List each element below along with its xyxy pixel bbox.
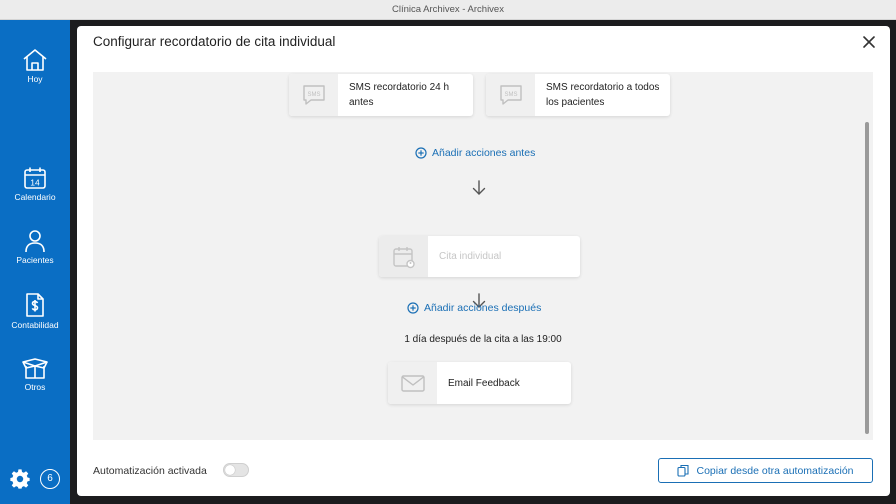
automation-toggle-label: Automatización activada — [93, 465, 207, 477]
svg-text:SMS: SMS — [504, 92, 517, 98]
envelope-icon — [388, 362, 437, 404]
calendar-day-number: 14 — [30, 178, 40, 188]
sidebar-item-label: Calendario — [14, 192, 56, 202]
copy-from-automation-button[interactable]: Copiar desde otra automatización — [658, 458, 873, 483]
sidebar: Hoy 14 Calendario Pacientes Contabilidad… — [0, 20, 70, 504]
plus-circle-icon — [407, 302, 419, 314]
sidebar-item-label: Contabilidad — [11, 320, 59, 330]
sidebar-item-label: Otros — [24, 382, 46, 392]
workflow-canvas: SMS SMS recordatorio 24 h antes SMS SMS … — [93, 72, 873, 440]
action-card-email-feedback[interactable]: Email Feedback — [388, 362, 571, 404]
action-card-label: Email Feedback — [448, 377, 520, 389]
home-icon — [23, 49, 47, 71]
gear-icon[interactable] — [9, 468, 31, 490]
copy-icon — [677, 464, 690, 477]
arrow-down-icon — [472, 180, 486, 195]
svg-text:SMS: SMS — [307, 92, 320, 98]
sidebar-item-contabilidad[interactable]: Contabilidad — [0, 292, 70, 330]
action-card-sms-24h[interactable]: SMS SMS recordatorio 24 h antes — [289, 74, 473, 116]
sms-icon: SMS — [289, 74, 338, 116]
add-actions-after-link[interactable]: Añadir acciones después — [407, 302, 541, 314]
canvas-scrollbar[interactable] — [865, 122, 869, 434]
toggle-knob — [225, 465, 235, 475]
sidebar-item-label: Pacientes — [16, 255, 54, 265]
invoice-dollar-icon — [26, 293, 44, 317]
sms-icon: SMS — [486, 74, 535, 116]
automation-toggle[interactable] — [223, 463, 249, 477]
sidebar-item-pacientes[interactable]: Pacientes — [0, 229, 70, 265]
calendar-icon: 14 — [24, 167, 46, 189]
plus-circle-icon — [415, 147, 427, 159]
sidebar-item-calendario[interactable]: 14 Calendario — [0, 166, 70, 202]
after-timing-text: 1 día después de la cita a las 19:00 — [404, 334, 562, 345]
event-card-label: Cita individual — [439, 251, 502, 262]
dialog-header: Configurar recordatorio de cita individu… — [77, 26, 890, 58]
calendar-person-icon — [379, 236, 428, 277]
dialog-title: Configurar recordatorio de cita individu… — [93, 34, 336, 49]
box-icon — [22, 358, 48, 379]
person-icon — [25, 230, 45, 253]
notification-badge[interactable]: 6 — [40, 469, 60, 489]
window-title: Clínica Archivex - Archivex — [0, 0, 896, 20]
window-bottom-edge — [70, 496, 896, 504]
action-card-label: SMS recordatorio a todos los pacientes — [546, 82, 660, 108]
add-actions-before-link[interactable]: Añadir acciones antes — [415, 147, 535, 159]
add-actions-after-label: Añadir acciones después — [424, 302, 542, 314]
event-card-appointment[interactable]: Cita individual — [379, 236, 580, 277]
action-card-label: SMS recordatorio 24 h antes — [349, 82, 450, 108]
sidebar-item-otros[interactable]: Otros — [0, 356, 70, 392]
sidebar-item-hoy[interactable]: Hoy — [0, 48, 70, 84]
reminder-config-dialog: Configurar recordatorio de cita individu… — [77, 26, 890, 496]
action-card-sms-all-patients[interactable]: SMS SMS recordatorio a todos los pacient… — [486, 74, 670, 116]
add-actions-before-label: Añadir acciones antes — [432, 147, 536, 159]
sidebar-item-label: Hoy — [27, 74, 43, 84]
close-icon[interactable] — [860, 33, 878, 51]
copy-button-label: Copiar desde otra automatización — [696, 464, 854, 477]
